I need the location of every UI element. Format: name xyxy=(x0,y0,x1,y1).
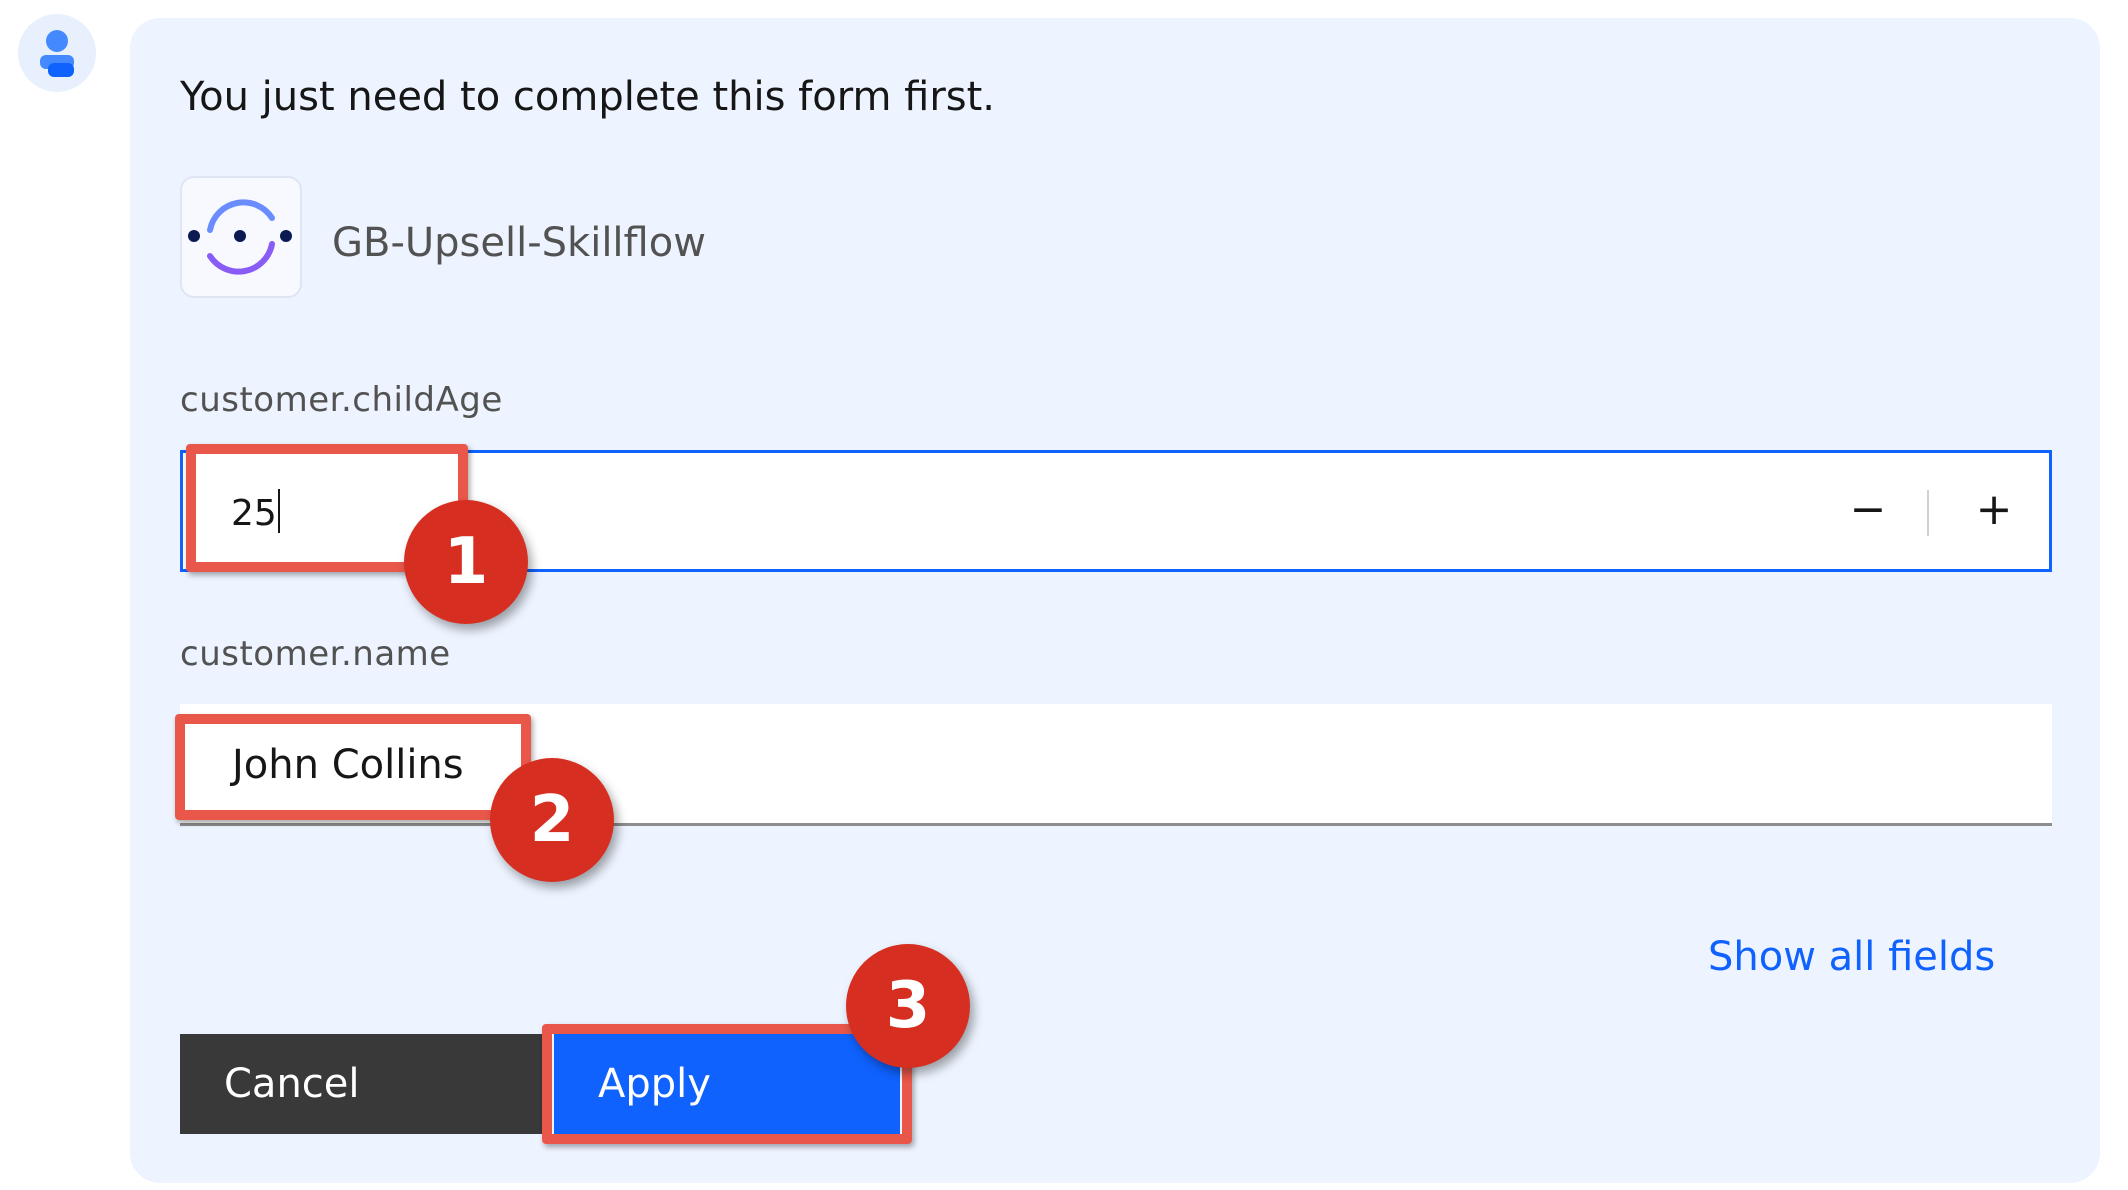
increment-button[interactable]: + xyxy=(1933,453,2055,569)
child-age-label: customer.childAge xyxy=(180,380,503,420)
skillflow-logo-icon xyxy=(180,176,302,298)
customer-name-label: customer.name xyxy=(180,634,451,674)
cancel-button[interactable]: Cancel xyxy=(180,1034,550,1134)
show-all-fields-link[interactable]: Show all fields xyxy=(1708,934,1995,980)
step-badge-3: 3 xyxy=(846,944,970,1068)
assistant-avatar xyxy=(18,14,96,92)
customer-name-value[interactable]: John Collins xyxy=(232,742,464,788)
text-caret xyxy=(277,489,280,533)
step-badge-1: 1 xyxy=(404,500,528,624)
apply-button[interactable]: Apply xyxy=(554,1034,900,1134)
assistant-icon xyxy=(40,30,74,77)
form-prompt: You just need to complete this form firs… xyxy=(180,74,996,120)
skill-name: GB-Upsell-Skillflow xyxy=(332,220,706,266)
step-badge-2: 2 xyxy=(490,758,614,882)
decrement-button[interactable]: − xyxy=(1807,453,1929,569)
child-age-value[interactable]: 25 xyxy=(231,489,280,534)
stepper-divider xyxy=(1927,490,1929,536)
customer-name-input[interactable]: John Collins xyxy=(180,704,2052,826)
